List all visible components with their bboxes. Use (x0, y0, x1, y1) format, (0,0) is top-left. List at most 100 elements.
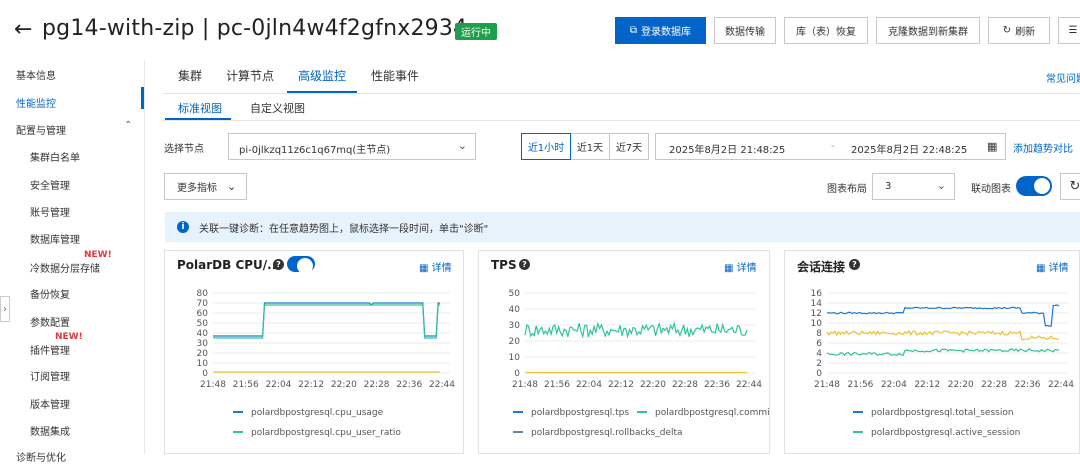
y-tick-label: 30 (197, 339, 209, 349)
x-tick-label: 22:28 (981, 380, 1007, 390)
sidebar-item-whitelist[interactable]: 集群白名单 (30, 149, 80, 164)
y-tick-label: 20 (197, 349, 209, 359)
chart-card-sessions: 0 2 4 6 8 10 12 14 16 21:48 21:56 22:04 22:12 22:20 22… (784, 250, 1080, 454)
restore-button[interactable]: 库（表）恢复 (784, 17, 868, 44)
end-time: 2025年8月2日 22:48:25 (851, 145, 968, 156)
sidebar-item-performance[interactable]: 性能监控 (16, 95, 56, 110)
chevron-down-icon: ⌄ (457, 139, 467, 152)
sidebar-item-basic-info[interactable]: 基本信息 (16, 67, 56, 82)
y-tick-label: 0 (514, 369, 520, 379)
range-1h-button[interactable]: 近1小时 (521, 133, 571, 160)
linked-charts-toggle[interactable] (1016, 176, 1052, 196)
x-tick-label: 22:44 (429, 380, 455, 390)
y-tick-label: 70 (197, 299, 209, 309)
y-tick-label: 60 (197, 309, 209, 319)
data-transfer-button[interactable]: 数据传输 (714, 17, 776, 44)
legend-label: polardbpostgresql.commits_delta (655, 408, 770, 418)
login-database-button[interactable]: ⧉ 登录数据库 (615, 17, 706, 44)
range-7d-button[interactable]: 近7天 (609, 133, 649, 160)
x-tick-label: 21:48 (200, 380, 226, 390)
chevron-down-icon: ⌄ (936, 179, 946, 192)
help-icon[interactable]: ? (273, 259, 284, 270)
sidebar-item-accounts[interactable]: 账号管理 (30, 204, 70, 219)
sidebar-item-backup[interactable]: 备份恢复 (30, 286, 70, 301)
chart-title: TPS (491, 258, 517, 272)
sidebar-group-diagnosis[interactable]: 诊断与优化 (16, 449, 66, 464)
chart-icon: ▦ (1036, 263, 1049, 274)
info-icon: i (177, 221, 189, 233)
subtab-custom-view[interactable]: 自定义视图 (250, 100, 305, 116)
tab-advanced-monitoring[interactable]: 高级监控 (298, 67, 346, 84)
legend-label: polardbpostgresql.cpu_usage (251, 408, 384, 418)
x-tick-label: 21:56 (233, 380, 259, 390)
chart-title: 会话连接 (797, 260, 846, 274)
y-tick-label: 16 (811, 289, 823, 299)
legend-label: polardbpostgresql.tps (531, 408, 629, 418)
add-trend-compare-link[interactable]: 添加趋势对比 (1013, 140, 1073, 155)
node-select[interactable]: pi-0jlkzq11z6c1q67mq(主节点) ⌄ (228, 133, 476, 160)
chevron-right-icon: › (3, 303, 7, 315)
checklist-button[interactable]: ☰ (1058, 17, 1080, 44)
sidebar-item-integration[interactable]: 数据集成 (30, 423, 70, 438)
sidebar-collapse-handle[interactable]: › (0, 296, 10, 322)
detail-link[interactable]: ▦ 详情 (419, 259, 452, 274)
x-tick-label: 22:12 (914, 380, 940, 390)
chart-svg: 0246810121416 21:48 21:56 22:04 22:12 22:20 22… (811, 289, 1075, 438)
calendar-icon: ▦ (987, 140, 998, 153)
sidebar-group-config[interactable]: 配置与管理 (16, 122, 66, 137)
sidebar-item-params[interactable]: 参数配置 (30, 314, 70, 329)
sidebar-item-security[interactable]: 安全管理 (30, 177, 70, 192)
sidebar-item-versions[interactable]: 版本管理 (30, 396, 70, 411)
sidebar-item-databases[interactable]: 数据库管理 (30, 231, 80, 246)
chart-card-cpu: 0 10 20 30 40 50 60 70 80 21:48 21:56 22:04 22:12 22:… (164, 250, 464, 454)
page-title: pg14-with-zip | pc-0jln4w4f2gfnx2934 (42, 16, 468, 41)
clone-cluster-button[interactable]: 克隆数据到新集群 (876, 17, 980, 44)
start-time: 2025年8月2日 21:48:25 (669, 145, 786, 156)
more-metrics-dropdown[interactable]: 更多指标 ⌄ (164, 173, 247, 200)
y-tick-label: 8 (816, 329, 822, 339)
layout-label: 图表布局 (827, 184, 867, 195)
refresh-button[interactable]: ↻ 刷新 (988, 17, 1050, 44)
subtab-standard-view[interactable]: 标准视图 (178, 100, 222, 116)
sidebar-item-subscriptions[interactable]: 订阅管理 (30, 368, 70, 383)
chart-toggle[interactable] (287, 256, 315, 274)
detail-link[interactable]: ▦ 详情 (1036, 259, 1069, 274)
help-icon[interactable]: ? (519, 259, 530, 270)
chevron-up-icon[interactable]: ⌃ (124, 120, 132, 131)
y-tick-label: 12 (811, 309, 822, 319)
y-tick-label: 4 (816, 349, 822, 359)
y-tick-label: 40 (509, 305, 521, 315)
x-tick-label: 22:28 (672, 380, 698, 390)
chevron-down-icon: ⌄ (227, 180, 237, 193)
x-tick-label: 21:56 (544, 380, 570, 390)
faq-link[interactable]: 常见问题 (1046, 70, 1080, 85)
tab-cluster[interactable]: 集群 (178, 67, 202, 84)
arrow-left-icon[interactable]: ← (14, 17, 32, 42)
tab-performance-events[interactable]: 性能事件 (371, 67, 419, 84)
sidebar-item-plugins[interactable]: 插件管理 (30, 342, 70, 357)
y-tick-label: 10 (509, 353, 521, 363)
tab-compute-nodes[interactable]: 计算节点 (226, 67, 274, 84)
y-tick-label: 30 (509, 321, 521, 331)
new-badge: NEW! (84, 250, 112, 260)
chart-icon: ▦ (724, 263, 737, 274)
tab-divider (163, 93, 1080, 94)
refresh-icon: ↻ (1069, 179, 1080, 194)
x-tick-label: 22:04 (265, 380, 291, 390)
new-badge: NEW! (55, 332, 83, 342)
y-tick-label: 0 (202, 369, 208, 379)
date-range-picker[interactable]: 2025年8月2日 21:48:25 - 2025年8月2日 22:48:25 … (655, 133, 1006, 160)
chart-svg: 01020304050607080 21:48 21:56 22:04 22:12 22:… (197, 289, 456, 438)
sidebar-item-cold-storage[interactable]: 冷数据分层存储 (30, 260, 100, 275)
chart-refresh-button[interactable]: ↻ (1060, 173, 1080, 200)
x-tick-label: 22:04 (881, 380, 907, 390)
range-1d-button[interactable]: 近1天 (570, 133, 610, 160)
x-tick-label: 22:44 (736, 380, 762, 390)
y-tick-label: 50 (197, 319, 209, 329)
series-line (826, 329, 1060, 341)
help-icon[interactable]: ? (849, 259, 860, 270)
layout-select[interactable]: 3 ⌄ (872, 173, 955, 200)
chart-card-tps: 0 10 20 30 40 50 21:48 21:56 22:04 22:12 22:20 22:2… (478, 250, 770, 454)
detail-link[interactable]: ▦ 详情 (724, 259, 757, 274)
sidebar: 基本信息 性能监控 配置与管理 ⌃ 集群白名单 安全管理 账号管理 数据库管理 … (0, 60, 145, 464)
